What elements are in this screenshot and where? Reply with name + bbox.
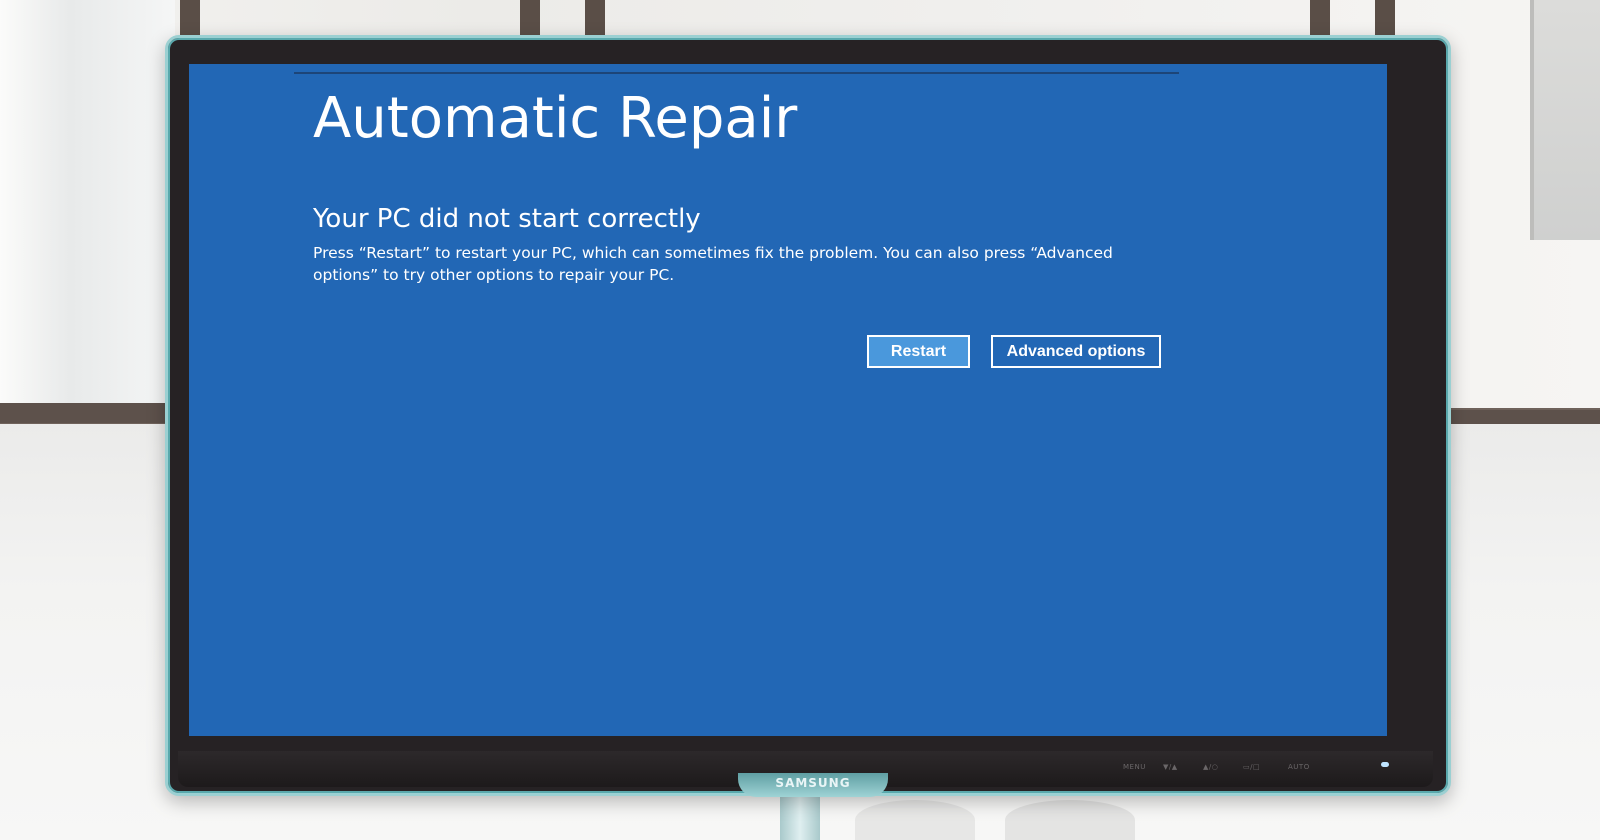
brand-logo: SAMSUNG	[775, 776, 851, 790]
advanced-options-button[interactable]: Advanced options	[991, 335, 1161, 368]
background-object	[1005, 800, 1135, 840]
source-control-label: ▭/□	[1243, 763, 1261, 771]
monitor-stand	[780, 790, 820, 840]
top-divider	[294, 72, 1179, 74]
error-heading: Your PC did not start correctly	[313, 204, 701, 234]
restart-button[interactable]: Restart	[867, 335, 970, 368]
error-description: Press “Restart” to restart your PC, whic…	[313, 244, 1113, 284]
down-up-control-label: ▼/▲	[1163, 763, 1178, 771]
auto-control-label: AUTO	[1288, 763, 1310, 771]
menu-control-label: MENU	[1123, 763, 1146, 771]
background-shelf	[0, 403, 180, 423]
monitor: Automatic Repair Your PC did not start c…	[165, 35, 1451, 797]
page-title: Automatic Repair	[313, 86, 798, 151]
background-object	[855, 800, 975, 840]
power-led-icon	[1381, 762, 1389, 767]
background-window	[0, 0, 175, 410]
recovery-screen: Automatic Repair Your PC did not start c…	[189, 64, 1387, 736]
input-control-label: ▲/○	[1203, 763, 1219, 771]
background-picture-frame	[1530, 0, 1600, 240]
